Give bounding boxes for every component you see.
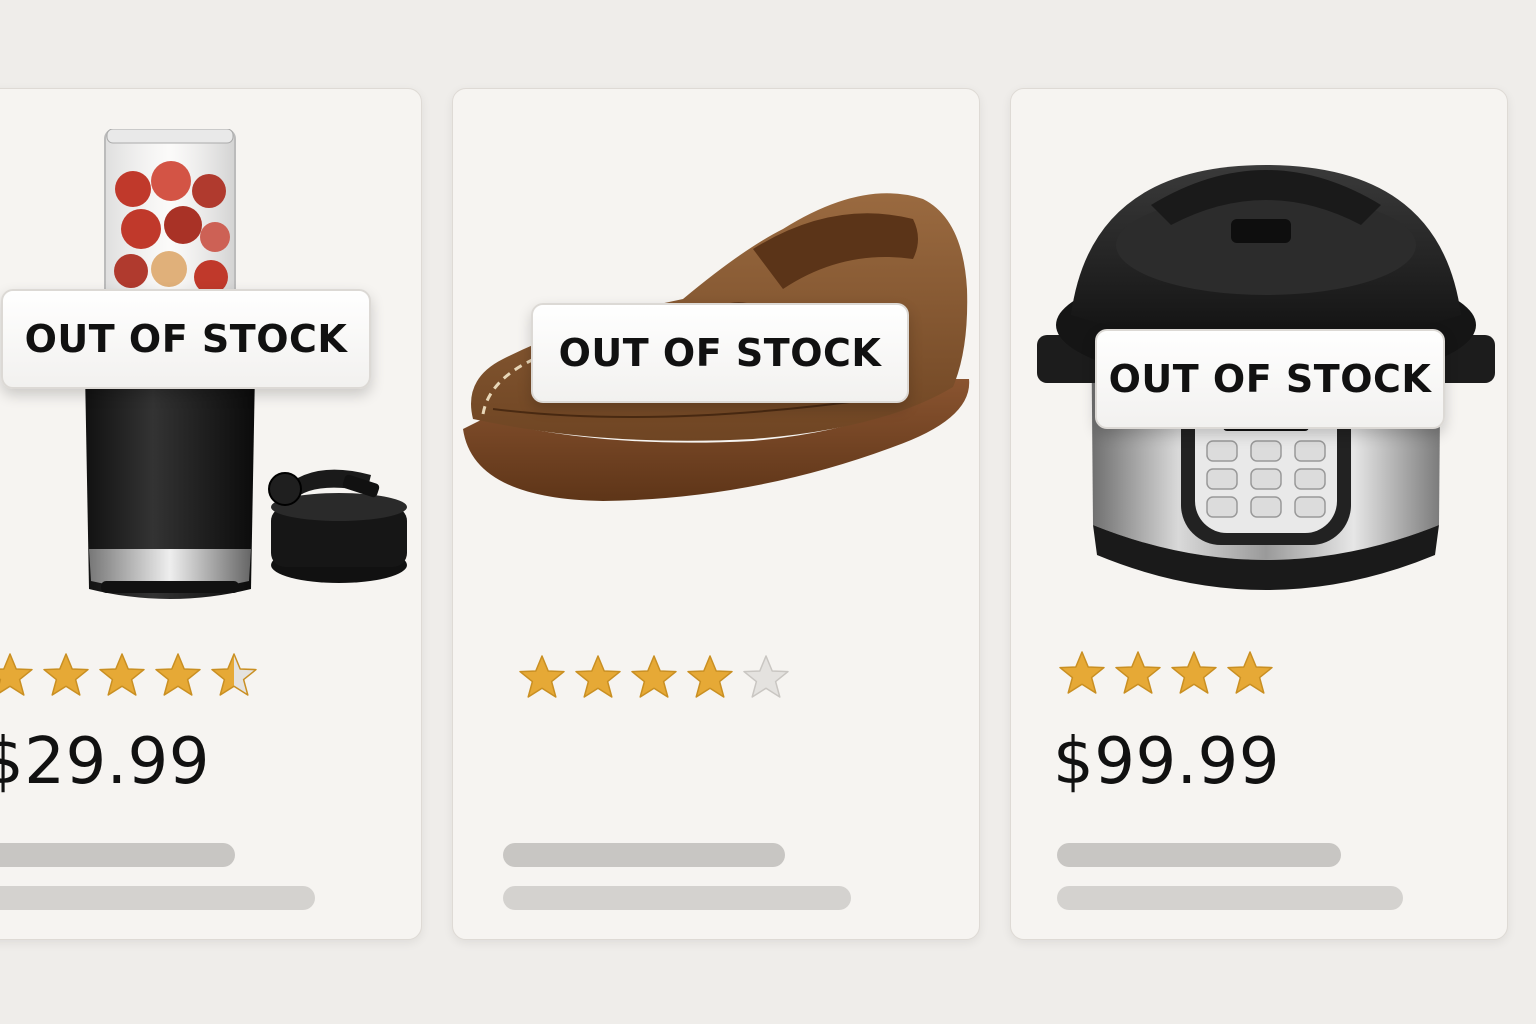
rating-stars bbox=[1057, 649, 1275, 699]
star-filled-icon bbox=[575, 655, 621, 698]
star-empty-icon bbox=[743, 655, 789, 698]
star-filled-icon bbox=[0, 653, 33, 696]
title-placeholder bbox=[1057, 843, 1341, 867]
title-placeholder bbox=[0, 843, 235, 867]
subtitle-placeholder bbox=[0, 886, 315, 910]
out-of-stock-badge: OUT OF STOCK bbox=[531, 303, 909, 403]
star-filled-icon bbox=[1227, 651, 1273, 694]
subtitle-placeholder bbox=[503, 886, 851, 910]
price-label: $99.99 bbox=[1053, 725, 1280, 799]
product-card-boat-shoe[interactable]: OUT OF STOCK bbox=[452, 88, 980, 940]
title-placeholder bbox=[503, 843, 785, 867]
star-filled-icon bbox=[519, 655, 565, 698]
out-of-stock-badge: OUT OF STOCK bbox=[1095, 329, 1445, 429]
star-filled-icon bbox=[1115, 651, 1161, 694]
star-filled-icon bbox=[687, 655, 733, 698]
star-filled-icon bbox=[631, 655, 677, 698]
rating-stars bbox=[517, 653, 791, 703]
product-card-pressure-cooker[interactable]: OUT OF STOCK $99.99 bbox=[1010, 88, 1508, 940]
star-filled-icon bbox=[1171, 651, 1217, 694]
product-grid: OUT OF STOCK $29.99 OUT OF STOCK OUT OF … bbox=[0, 0, 1536, 1024]
price-label: $29.99 bbox=[0, 725, 210, 799]
star-filled-icon bbox=[43, 653, 89, 696]
star-filled-icon bbox=[99, 653, 145, 696]
star-half-icon bbox=[211, 653, 257, 696]
product-card-blender[interactable]: OUT OF STOCK $29.99 bbox=[0, 88, 422, 940]
rating-stars bbox=[0, 651, 259, 701]
star-filled-icon bbox=[1059, 651, 1105, 694]
star-filled-icon bbox=[155, 653, 201, 696]
out-of-stock-badge: OUT OF STOCK bbox=[1, 289, 371, 389]
subtitle-placeholder bbox=[1057, 886, 1403, 910]
